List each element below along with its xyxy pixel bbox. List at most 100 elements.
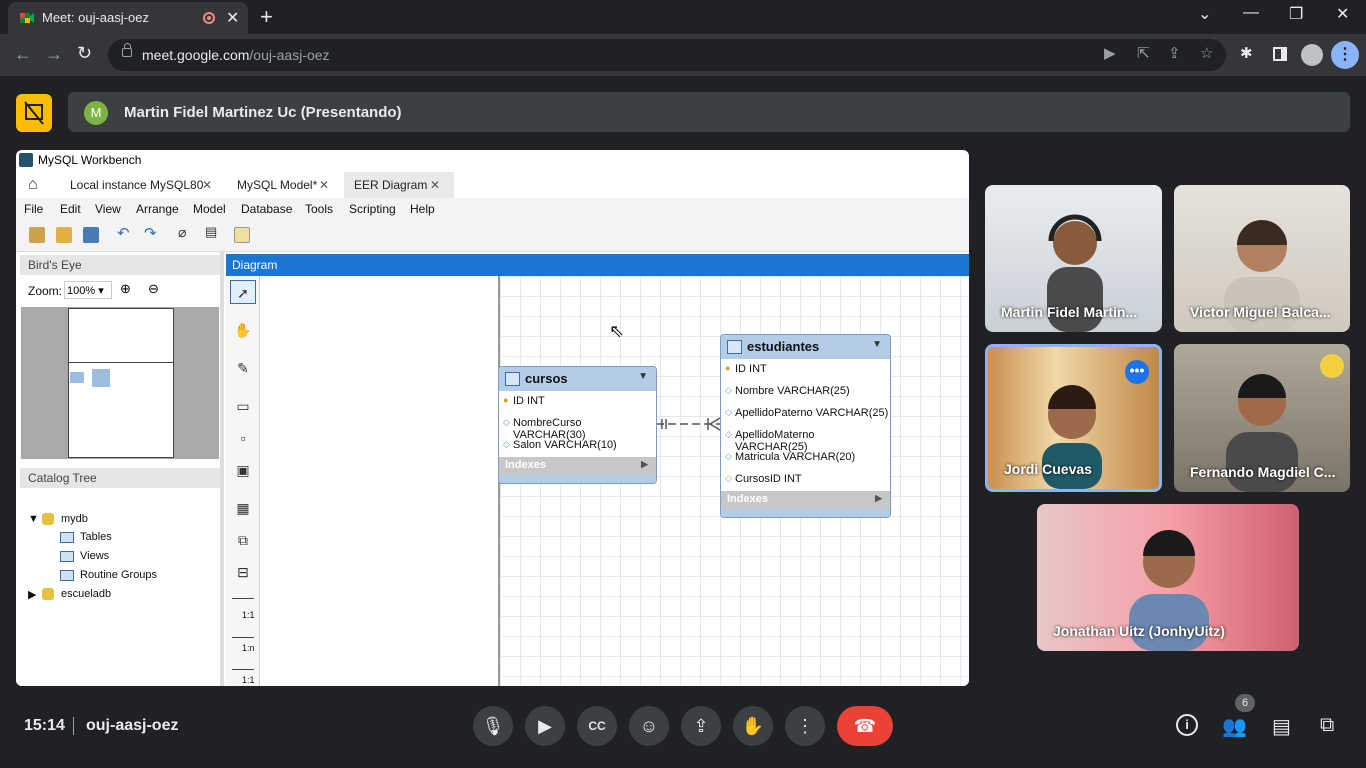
routine-tool-icon[interactable]: ⊟ [230, 560, 256, 584]
menu-database[interactable]: Database [241, 202, 292, 216]
rel-1-1-tool[interactable]: 1:1 [242, 610, 255, 620]
rel-1-n-tool[interactable]: 1:n [242, 643, 255, 653]
more-options-icon[interactable]: ••• [1125, 360, 1149, 384]
align-grid-icon[interactable]: ▤ [205, 224, 217, 240]
captions-button[interactable]: CC [577, 706, 617, 746]
url-text[interactable]: meet.google.com/ouj-aasj-oez [142, 47, 330, 63]
menu-view[interactable]: View [95, 202, 121, 216]
indexes-section[interactable]: Indexes ▶ [721, 491, 890, 509]
reactions-button[interactable]: ☺ [629, 706, 669, 746]
image-tool-icon[interactable]: ▣ [230, 458, 256, 482]
reload-icon[interactable]: ↻ [77, 43, 92, 64]
forward-icon[interactable]: → [45, 44, 63, 65]
profile-avatar[interactable] [1301, 44, 1323, 66]
column-row[interactable]: ◇ ApellidoPaterno VARCHAR(25) [721, 403, 890, 425]
browser-tab[interactable]: Meet: ouj-aasj-oez ✕ [8, 2, 248, 34]
tab-close-button[interactable]: ✕ [226, 8, 239, 28]
stop-presenting-button[interactable] [16, 94, 52, 132]
save-model-icon[interactable] [83, 227, 99, 243]
entity-header[interactable]: estudiantes ▼ [721, 335, 890, 359]
participant-tile-active[interactable]: ••• Jordi Cuevas [985, 344, 1162, 492]
participant-tile[interactable]: Fernando Magdiel C... [1174, 344, 1350, 492]
undo-icon[interactable]: ↶ [117, 224, 130, 242]
tree-routine-groups[interactable]: Routine Groups [80, 569, 157, 581]
tab-eer-diagram[interactable]: EER Diagram [354, 178, 427, 192]
toggle-grid-icon[interactable]: ⌀ [178, 224, 186, 241]
zoom-out-icon[interactable]: ⊖ [148, 281, 159, 297]
column-row[interactable]: ◇ NombreCurso VARCHAR(30) [499, 413, 656, 441]
column-row[interactable]: ● ID INT [721, 359, 890, 381]
leave-call-button[interactable]: ☎ [837, 706, 893, 746]
shared-screen[interactable]: MySQL Workbench ⌂ Local instance MySQL80… [16, 150, 969, 686]
browser-menu-icon[interactable]: ⋮ [1331, 41, 1359, 69]
raise-hand-button[interactable]: ✋ [733, 706, 773, 746]
hand-tool-icon[interactable]: ✋ [230, 318, 256, 342]
note-tool-icon[interactable]: ▫ [230, 426, 256, 450]
menu-help[interactable]: Help [410, 202, 435, 216]
redo-icon[interactable]: ↷ [144, 224, 157, 242]
new-model-icon[interactable] [29, 227, 45, 243]
zoom-in-icon[interactable]: ⊕ [120, 281, 131, 297]
home-icon[interactable]: ⌂ [28, 176, 38, 194]
open-model-icon[interactable] [56, 227, 72, 243]
table-tool-icon[interactable]: ▦ [230, 496, 256, 520]
extensions-icon[interactable]: ✱ [1240, 44, 1253, 62]
tab-mysql-model[interactable]: MySQL Model* [237, 178, 317, 192]
present-button[interactable]: ⇪ [681, 706, 721, 746]
expand-icon[interactable]: ▶ [875, 493, 882, 504]
column-row[interactable]: ◇ Matricula VARCHAR(20) [721, 447, 890, 469]
tab-local-instance[interactable]: Local instance MySQL80 [70, 178, 203, 192]
layer-tool-icon[interactable]: ▭ [230, 394, 256, 418]
microphone-button[interactable]: 🎙 [473, 706, 513, 746]
close-window-button[interactable]: ✕ [1336, 4, 1349, 24]
menu-file[interactable]: File [24, 202, 43, 216]
entity-estudiantes[interactable]: estudiantes ▼ ● ID INT ◇ Nombre VARCHAR(25)… [720, 334, 891, 518]
column-row[interactable]: ● ID INT [499, 391, 656, 413]
collapse-arrow-icon[interactable]: ▶ [28, 588, 36, 601]
open-in-app-icon[interactable]: ⇱ [1137, 44, 1150, 62]
relationship-connector[interactable] [656, 414, 722, 434]
collapse-icon[interactable]: ▼ [638, 371, 648, 382]
tab-close-icon[interactable]: ✕ [319, 178, 329, 192]
tree-tables[interactable]: Tables [80, 531, 112, 543]
column-row[interactable]: ◇ CursosID INT [721, 469, 890, 491]
column-row[interactable]: ◇ Salon VARCHAR(10) [499, 435, 656, 457]
entity-cursos[interactable]: cursos ▼ ● ID INT ◇ NombreCurso VARCHAR(30)… [498, 366, 657, 484]
indexes-section[interactable]: Indexes ▶ [499, 457, 656, 475]
new-diagram-icon[interactable] [234, 227, 250, 243]
menu-model[interactable]: Model [193, 202, 226, 216]
more-options-button[interactable]: ⋮ [785, 706, 825, 746]
column-row[interactable]: ◇ ApellidoMaterno VARCHAR(25) [721, 425, 890, 453]
bookmark-star-icon[interactable]: ☆ [1200, 44, 1213, 62]
participant-tile[interactable]: Jonathan Uitz (JonhyUitz) [1037, 504, 1299, 651]
zoom-select[interactable]: 100% ▾ [64, 281, 112, 299]
new-tab-button[interactable]: + [260, 4, 273, 30]
select-tool-icon[interactable]: ➚ [230, 280, 256, 304]
entity-header[interactable]: cursos ▼ [499, 367, 656, 391]
activities-icon[interactable]: ⧉ [1320, 714, 1334, 737]
tab-search-button[interactable]: ⌄ [1198, 4, 1211, 24]
menu-tools[interactable]: Tools [305, 202, 333, 216]
side-panel-icon[interactable] [1273, 47, 1287, 61]
tree-escueladb[interactable]: escueladb [61, 588, 111, 600]
eraser-tool-icon[interactable]: ✎ [230, 356, 256, 380]
participant-tile[interactable]: Victor Miguel Balca... [1174, 185, 1350, 332]
tree-mydb[interactable]: mydb [61, 513, 88, 525]
restore-button[interactable]: ❐ [1289, 4, 1303, 24]
tree-views[interactable]: Views [80, 550, 109, 562]
camera-indicator-icon[interactable]: ▶ [1104, 44, 1116, 62]
collapse-icon[interactable]: ▼ [872, 339, 882, 350]
camera-button[interactable]: ▶ [525, 706, 565, 746]
tab-close-icon[interactable]: ✕ [202, 178, 212, 192]
participant-tile[interactable]: Martin Fidel Martin... [985, 185, 1162, 332]
rel-1-1-nonid-tool[interactable]: 1:1 [242, 675, 255, 685]
expand-icon[interactable]: ▶ [641, 459, 648, 470]
menu-scripting[interactable]: Scripting [349, 202, 396, 216]
back-icon[interactable]: ← [14, 44, 32, 65]
expand-arrow-icon[interactable]: ▼ [28, 513, 39, 525]
tab-close-icon[interactable]: ✕ [430, 178, 440, 192]
meeting-details-icon[interactable]: i [1176, 714, 1198, 736]
people-icon[interactable]: 👥 [1222, 714, 1247, 739]
share-icon[interactable]: ⇪ [1168, 44, 1181, 62]
chat-icon[interactable]: ▤ [1272, 714, 1291, 739]
